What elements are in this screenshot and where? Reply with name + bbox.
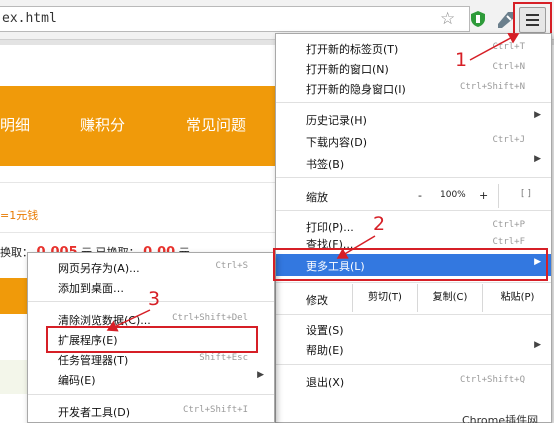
page-light-band — [0, 360, 30, 394]
menu-zoom: 缩放 - 100% + [ ] — [276, 184, 551, 208]
menu-print[interactable]: 打印(P)... Ctrl+P — [276, 216, 551, 236]
menu-button-highlight — [513, 2, 552, 37]
menu-separator — [276, 364, 551, 365]
menu-label: 修改 — [306, 294, 328, 307]
menu-label: 打开新的窗口(N) — [306, 63, 389, 76]
step-3-label: 3 — [148, 288, 161, 310]
zoom-level: 100% — [440, 190, 466, 200]
paste-button[interactable]: 粘贴(P) — [482, 284, 552, 312]
menu-downloads[interactable]: 下载内容(D) Ctrl+J — [276, 131, 551, 151]
menu-shortcut: Ctrl+Shift+Q — [459, 375, 525, 385]
submenu-arrow-icon: ▶ — [534, 154, 541, 164]
menu-new-tab[interactable]: 打开新的标签页(T) Ctrl+T — [276, 38, 551, 58]
more-tools-highlight — [273, 248, 548, 281]
menu-shortcut: Ctrl+N — [492, 62, 525, 72]
submenu-save-page-as[interactable]: 网页另存为(A)... Ctrl+S — [28, 257, 274, 277]
page-divider — [0, 232, 275, 233]
zoom-divider — [498, 184, 499, 208]
zoom-out-button[interactable]: - — [418, 189, 422, 202]
menu-shortcut: Shift+Esc — [199, 353, 248, 363]
menu-label: 退出(X) — [306, 376, 345, 389]
shield-icon[interactable] — [469, 10, 487, 28]
step-1-label: 1 — [455, 49, 468, 71]
menu-label: 设置(S) — [306, 324, 344, 337]
zoom-in-button[interactable]: + — [479, 189, 488, 202]
address-bar[interactable]: ex.html ☆ — [0, 6, 470, 32]
menu-exit[interactable]: 退出(X) Ctrl+Shift+Q — [276, 371, 551, 391]
url-text: ex.html — [2, 11, 57, 26]
menu-bookmarks[interactable]: 书签(B) ▶ — [276, 153, 551, 173]
menu-shortcut: Ctrl+Shift+I — [182, 405, 248, 415]
chrome-main-menu: 打开新的标签页(T) Ctrl+T 打开新的窗口(N) Ctrl+N 打开新的隐身窗… — [275, 33, 552, 423]
menu-label: 打印(P)... — [306, 221, 354, 234]
menu-new-window[interactable]: 打开新的窗口(N) Ctrl+N — [276, 58, 551, 78]
cut-button[interactable]: 剪切(T) — [352, 284, 417, 312]
menu-separator — [276, 102, 551, 103]
nav-item-detail[interactable]: 明细 — [0, 114, 30, 135]
menu-separator — [276, 282, 551, 283]
menu-settings[interactable]: 设置(S) — [276, 319, 551, 339]
menu-history[interactable]: 历史记录(H) ▶ — [276, 109, 551, 129]
menu-shortcut: Ctrl+F — [492, 237, 525, 247]
page-nav-bar: 明细 赚积分 常见问题 — [0, 86, 275, 166]
submenu-arrow-icon: ▶ — [534, 110, 541, 120]
menu-separator — [276, 314, 551, 315]
extensions-highlight — [46, 326, 258, 353]
menu-label: 添加到桌面… — [58, 282, 124, 295]
submenu-encoding[interactable]: 编码(E) ▶ — [28, 369, 274, 389]
menu-label: 编码(E) — [58, 374, 96, 387]
menu-label: 打开新的隐身窗口(I) — [306, 83, 406, 96]
menu-label: 开发者工具(D) — [58, 406, 131, 419]
submenu-developer-tools[interactable]: 开发者工具(D) Ctrl+Shift+I — [28, 401, 274, 421]
menu-shortcut: Ctrl+Shift+Del — [172, 313, 248, 323]
menu-edit-row: 修改 剪切(T) 复制(C) 粘贴(P) — [276, 284, 551, 312]
menu-separator — [276, 210, 551, 211]
menu-separator — [28, 394, 274, 395]
menu-shortcut: Ctrl+S — [215, 261, 248, 271]
menu-label: 缩放 — [306, 191, 328, 204]
nav-item-earn-points[interactable]: 赚积分 — [80, 114, 125, 135]
page-divider — [0, 182, 275, 183]
menu-new-incognito-window[interactable]: 打开新的隐身窗口(I) Ctrl+Shift+N — [276, 78, 551, 98]
menu-label: 任务管理器(T) — [58, 354, 129, 367]
submenu-arrow-icon: ▶ — [534, 340, 541, 350]
menu-label: 下载内容(D) — [306, 136, 368, 149]
menu-shortcut: Ctrl+T — [492, 42, 525, 52]
menu-label: 历史记录(H) — [306, 114, 367, 127]
menu-label: 书签(B) — [306, 158, 345, 171]
menu-label: 网页另存为(A)... — [58, 262, 140, 275]
bookmark-star-icon[interactable]: ☆ — [440, 8, 455, 30]
menu-separator — [276, 177, 551, 178]
menu-shortcut: Ctrl+Shift+N — [459, 82, 525, 92]
menu-help[interactable]: 帮助(E) ▶ — [276, 339, 551, 359]
menu-label: 帮助(E) — [306, 344, 344, 357]
step-2-label: 2 — [373, 213, 386, 235]
menu-label: 打开新的标签页(T) — [306, 43, 399, 56]
menu-shortcut: Ctrl+J — [492, 135, 525, 145]
menu-shortcut: Ctrl+P — [492, 220, 525, 230]
copy-button[interactable]: 复制(C) — [417, 284, 482, 312]
fullscreen-icon[interactable]: [ ] — [521, 189, 531, 199]
page-orange-strip — [0, 278, 30, 314]
nav-item-faq[interactable]: 常见问题 — [186, 114, 246, 135]
watermark-text: Chrome插件网 — [462, 414, 539, 423]
exchange-rate-text: =1元钱 — [0, 209, 39, 222]
submenu-arrow-icon: ▶ — [257, 370, 264, 380]
